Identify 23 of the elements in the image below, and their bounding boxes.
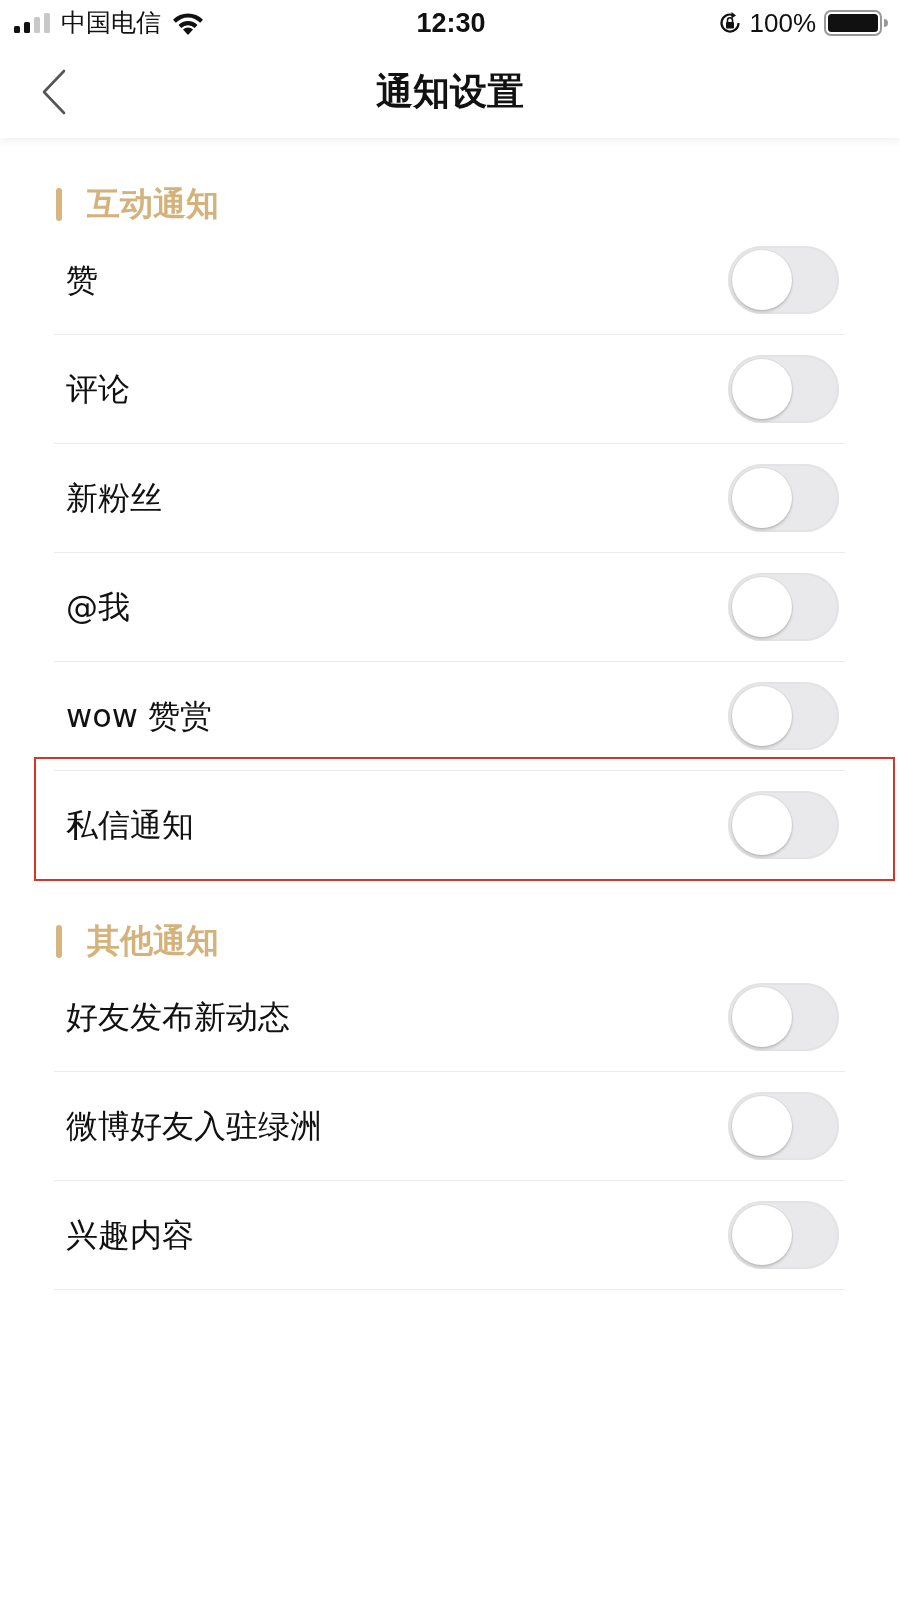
carrier-name: 中国电信 — [61, 9, 161, 37]
setting-label: 新粉丝 — [66, 478, 162, 519]
back-icon — [41, 69, 67, 115]
section-bar-icon — [56, 924, 62, 958]
setting-label: 微博好友入驻绿洲 — [66, 1106, 322, 1147]
status-time: 12:30 — [416, 9, 486, 37]
section-title: 其他通知 — [87, 920, 219, 962]
wifi-icon — [172, 11, 204, 35]
setting-label: 评论 — [66, 369, 130, 410]
setting-label: 赞 — [66, 260, 98, 301]
orientation-lock-icon — [717, 11, 742, 35]
section-title: 互动通知 — [87, 183, 219, 225]
setting-label: 私信通知 — [66, 805, 194, 846]
section-bar-icon — [56, 187, 62, 221]
signal-icon — [14, 13, 50, 33]
setting-label: 兴趣内容 — [66, 1215, 194, 1256]
back-button[interactable] — [41, 69, 67, 115]
setting-label: @我 — [66, 587, 130, 628]
page-title: 通知设置 — [375, 69, 525, 115]
battery-icon — [824, 10, 888, 36]
setting-label: 好友发布新动态 — [66, 997, 290, 1038]
setting-label: wow 赞赏 — [66, 696, 213, 737]
battery-percent: 100% — [749, 9, 816, 37]
